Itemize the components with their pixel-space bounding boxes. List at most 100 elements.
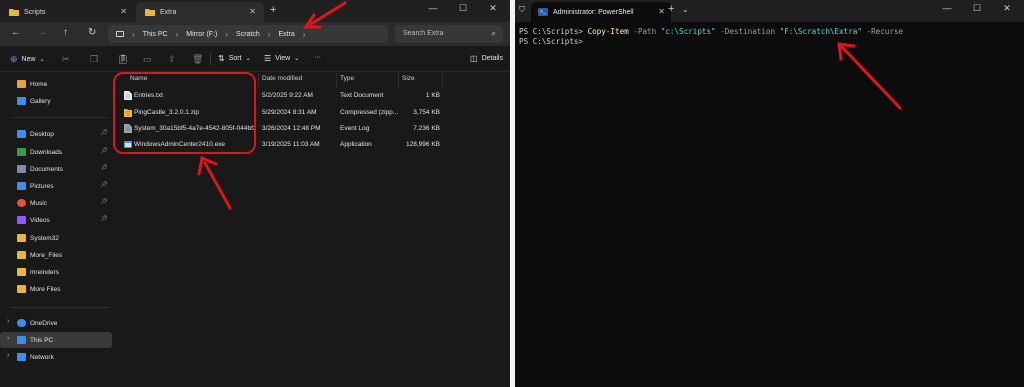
sidebar-item-more-files[interactable]: More_Files [0, 247, 112, 263]
folder-icon [17, 285, 26, 293]
close-icon[interactable]: ✕ [249, 7, 256, 16]
file-explorer-window: Scripts ✕ Extra ✕ + — ☐ ✕ ← → ↑ ↻ › This… [0, 0, 510, 387]
chevron-down-icon[interactable]: ⌄ [682, 5, 689, 14]
pin-icon[interactable]: 📌︎ [100, 164, 108, 171]
sidebar-item-music[interactable]: Music 📌︎ [0, 195, 112, 211]
column-header-date[interactable]: Date modified [262, 75, 302, 82]
sort-label: Sort [228, 55, 242, 62]
sidebar-item-more-files-2[interactable]: More Files [0, 281, 112, 297]
pin-icon[interactable]: 📌︎ [100, 181, 108, 188]
pin-icon[interactable]: 📌︎ [100, 198, 108, 205]
sidebar-item-this-pc[interactable]: › This PC [0, 332, 112, 348]
sidebar-item-videos[interactable]: Videos 📌︎ [0, 212, 112, 228]
toolbar-divider [210, 53, 211, 65]
sidebar-item-gallery[interactable]: Gallery [0, 93, 112, 109]
plus-circle-icon: ⊕ [10, 54, 18, 64]
forward-button[interactable]: → [37, 27, 47, 38]
breadcrumb-mirror[interactable]: Mirror (F:) [186, 31, 217, 38]
new-button[interactable]: ⊕ New ⌄ [10, 54, 45, 65]
chevron-right-icon[interactable]: › [7, 335, 9, 342]
share-icon[interactable]: ⇪ [168, 54, 176, 65]
file-date: 3/26/2024 12:48 PM [262, 125, 321, 132]
terminal-line: PS C:\Scripts> [519, 37, 903, 47]
close-icon[interactable]: ✕ [120, 7, 127, 16]
view-icon: ☰ [264, 54, 272, 63]
breadcrumb-extra[interactable]: Extra [278, 31, 294, 38]
column-divider[interactable] [442, 73, 443, 87]
paste-icon[interactable]: 📋︎ [117, 54, 128, 65]
chevron-down-icon: ⌄ [294, 56, 300, 62]
sidebar-item-desktop[interactable]: Desktop 📌︎ [0, 126, 112, 142]
desktop-icon [17, 130, 26, 138]
minimize-button[interactable]: — [418, 3, 448, 14]
tab-extra[interactable]: Extra ✕ [136, 2, 264, 22]
search-input[interactable]: Search Extra ⌕ [395, 25, 503, 43]
chevron-right-icon[interactable]: › [7, 318, 9, 325]
pin-icon[interactable]: 📌︎ [100, 147, 108, 154]
sidebar-item-onedrive[interactable]: › OneDrive [0, 315, 112, 331]
rename-icon[interactable]: ▭ [143, 54, 152, 65]
breadcrumb-scratch[interactable]: Scratch [236, 31, 260, 38]
pin-icon[interactable]: 📌︎ [100, 129, 108, 136]
sidebar-item-label: More Files [30, 285, 61, 293]
file-size: 128,996 KB [406, 141, 440, 148]
file-date: 5/2/2025 9:22 AM [262, 92, 313, 99]
address-bar[interactable]: › This PC › Mirror (F:) › Scratch › Extr… [108, 25, 388, 43]
file-type: Event Log [340, 125, 370, 132]
maximize-button[interactable]: ☐ [448, 3, 478, 14]
column-divider[interactable] [258, 73, 259, 87]
close-icon[interactable]: ✕ [658, 7, 665, 16]
string-arg: "c:\Scripts" [660, 27, 716, 36]
new-label: New [21, 56, 36, 63]
delete-icon[interactable]: 🗑︎ [192, 54, 203, 65]
sidebar-divider [10, 117, 110, 118]
cut-icon[interactable]: ✂ [62, 54, 70, 65]
folder-icon [17, 234, 26, 242]
sidebar-item-mreinders[interactable]: mreinders [0, 264, 112, 280]
pin-icon[interactable]: 📌︎ [100, 215, 108, 222]
column-header-size[interactable]: Size [402, 75, 415, 82]
back-button[interactable]: ← [11, 27, 21, 38]
sidebar-item-documents[interactable]: Documents 📌︎ [0, 161, 112, 177]
documents-icon [17, 165, 26, 173]
chevron-right-icon[interactable]: › [7, 352, 9, 359]
file-size: 1 KB [425, 92, 440, 99]
file-type: Compressed (zipp... [340, 109, 399, 116]
sidebar-item-label: This PC [30, 336, 54, 344]
new-tab-button[interactable]: + [668, 3, 674, 15]
parameter: -Path [628, 27, 661, 36]
details-button[interactable]: ◫ Details [470, 54, 503, 63]
sidebar-item-downloads[interactable]: Downloads 📌︎ [0, 144, 112, 160]
tab-scripts[interactable]: Scripts ✕ [0, 2, 135, 22]
tab-powershell[interactable]: >_ Administrator: PowerShell ✕ [531, 2, 671, 22]
up-button[interactable]: ↑ [63, 27, 68, 38]
sidebar-item-network[interactable]: › Network [0, 349, 112, 365]
sidebar-item-pictures[interactable]: Pictures 📌︎ [0, 178, 112, 194]
column-divider[interactable] [336, 73, 337, 87]
view-button[interactable]: ☰ View ⌄ [264, 54, 299, 63]
close-button[interactable]: ✕ [992, 3, 1022, 14]
folder-icon [17, 251, 26, 259]
sidebar-item-label: Home [30, 80, 48, 88]
chevron-right-icon: › [267, 29, 271, 39]
sidebar-item-home[interactable]: Home [0, 76, 112, 92]
minimize-button[interactable]: — [932, 3, 962, 14]
chevron-right-icon: › [302, 29, 306, 39]
maximize-button[interactable]: ☐ [962, 3, 992, 14]
terminal-output[interactable]: PS C:\Scripts> Copy-Item -Path "c:\Scrip… [519, 27, 903, 47]
sidebar-item-system32[interactable]: System32 [0, 230, 112, 246]
shield-icon: ⛉ [519, 5, 525, 14]
refresh-button[interactable]: ↻ [88, 27, 96, 38]
breadcrumb-this-pc[interactable]: This PC [143, 31, 168, 38]
column-header-type[interactable]: Type [340, 75, 354, 82]
copy-icon[interactable]: ❐ [90, 54, 98, 65]
chevron-down-icon: ⌄ [39, 57, 45, 63]
sort-button[interactable]: ⇅ Sort ⌄ [218, 54, 251, 63]
parameter: -Recurse [861, 27, 904, 36]
powershell-icon: >_ [538, 8, 548, 16]
downloads-icon [17, 148, 26, 156]
new-tab-button[interactable]: + [270, 4, 276, 16]
column-divider[interactable] [398, 73, 399, 87]
more-options-button[interactable]: ··· [314, 54, 321, 61]
close-button[interactable]: ✕ [478, 3, 508, 14]
